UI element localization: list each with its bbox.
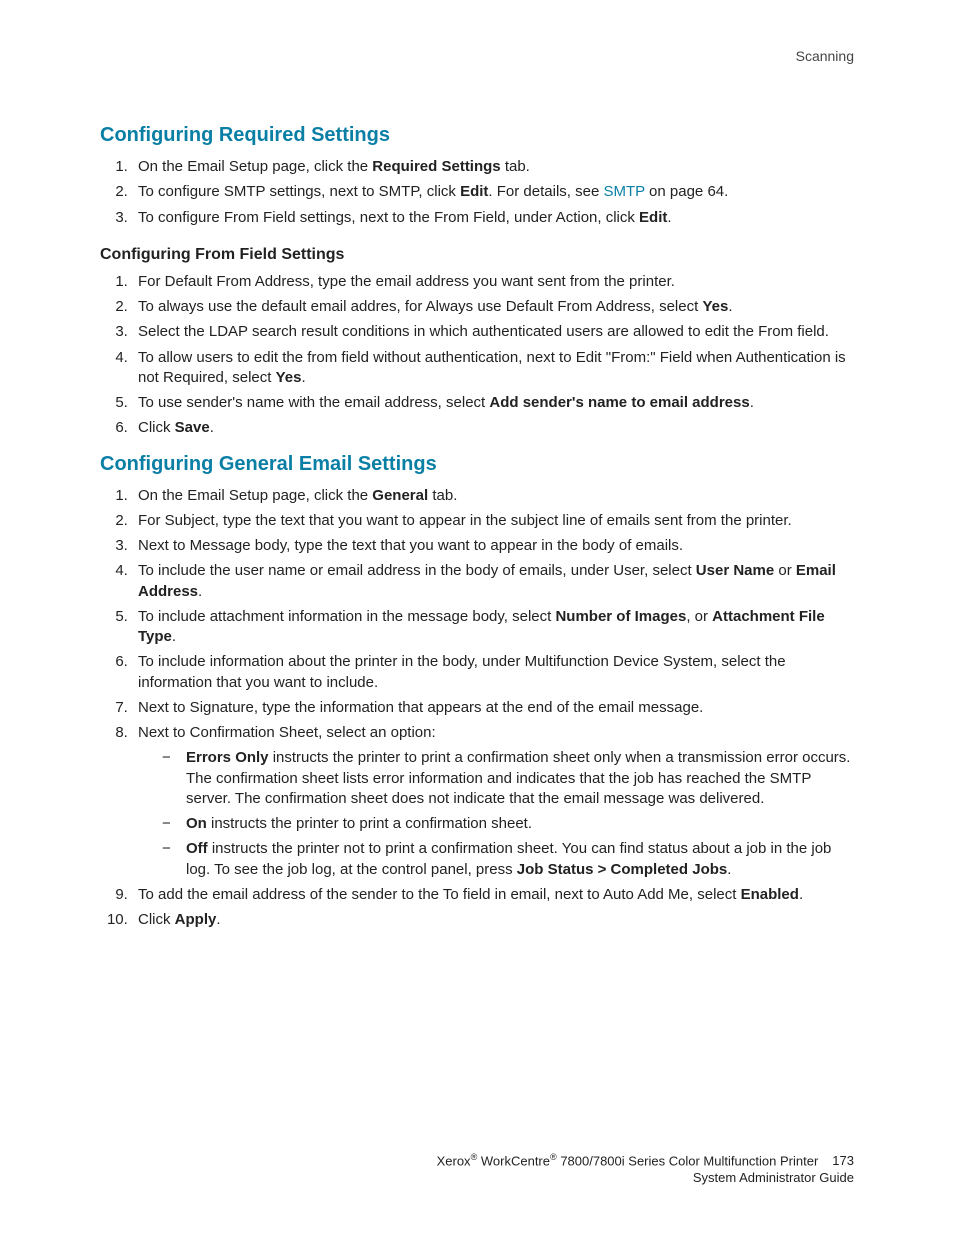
step-item: Click Save.	[132, 418, 854, 438]
option-item: Off instructs the printer not to print a…	[162, 839, 854, 880]
text: on page 64.	[645, 183, 728, 200]
text: or	[774, 562, 796, 579]
bold-text: Job Status > Completed Jobs	[517, 861, 727, 878]
footer-line-1: Xerox® WorkCentre® 7800/7800i Series Col…	[437, 1151, 854, 1170]
bold-text: Required Settings	[372, 158, 500, 175]
bold-text: Yes	[702, 298, 728, 315]
text: .	[799, 886, 803, 903]
text: , or	[686, 608, 712, 625]
step-item: On the Email Setup page, click the Requi…	[132, 157, 854, 177]
text: .	[198, 583, 202, 600]
step-item: For Default From Address, type the email…	[132, 272, 854, 292]
text: For Default From Address, type the email…	[138, 273, 675, 290]
text: Next to Message body, type the text that…	[138, 537, 683, 554]
bold-text: User Name	[696, 562, 774, 579]
text: instructs the printer to print a confirm…	[186, 749, 850, 807]
bold-text: Enabled	[741, 886, 799, 903]
text: .	[216, 911, 220, 928]
text: On the Email Setup page, click the	[138, 487, 372, 504]
required-settings-steps: On the Email Setup page, click the Requi…	[100, 157, 854, 228]
step-item: Next to Confirmation Sheet, select an op…	[132, 723, 854, 880]
bold-text: On	[186, 815, 207, 832]
text: tab.	[501, 158, 530, 175]
option-item: Errors Only instructs the printer to pri…	[162, 748, 854, 809]
text: .	[727, 861, 731, 878]
bold-text: Add sender's name to email address	[489, 394, 749, 411]
confirmation-sheet-options: Errors Only instructs the printer to pri…	[138, 748, 854, 880]
bold-text: General	[372, 487, 428, 504]
step-item: Select the LDAP search result conditions…	[132, 322, 854, 342]
step-item: For Subject, type the text that you want…	[132, 511, 854, 531]
text: Click	[138, 419, 175, 436]
step-item: To allow users to edit the from field wi…	[132, 348, 854, 389]
text: Select the LDAP search result conditions…	[138, 323, 829, 340]
text: To include the user name or email addres…	[138, 562, 696, 579]
bold-text: Number of Images	[555, 608, 686, 625]
step-item: To include information about the printer…	[132, 652, 854, 693]
heading-configuring-from-field-settings: Configuring From Field Settings	[100, 246, 854, 264]
general-email-steps: On the Email Setup page, click the Gener…	[100, 486, 854, 931]
text: Next to Signature, type the information …	[138, 699, 703, 716]
registered-icon: ®	[550, 1152, 557, 1162]
text: WorkCentre	[477, 1153, 550, 1168]
heading-configuring-required-settings: Configuring Required Settings	[100, 124, 854, 147]
text: For Subject, type the text that you want…	[138, 512, 792, 529]
text: On the Email Setup page, click the	[138, 158, 372, 175]
text: .	[172, 628, 176, 645]
step-item: Next to Message body, type the text that…	[132, 536, 854, 556]
bold-text: Off	[186, 840, 208, 857]
bold-text: Apply	[175, 911, 217, 928]
from-field-steps: For Default From Address, type the email…	[100, 272, 854, 439]
text: Xerox	[437, 1153, 471, 1168]
text: .	[728, 298, 732, 315]
text: To always use the default email addres, …	[138, 298, 702, 315]
text: . For details, see	[488, 183, 603, 200]
step-item: Click Apply.	[132, 910, 854, 930]
page-header-section: Scanning	[100, 48, 854, 64]
bold-text: Yes	[276, 369, 302, 386]
page-number: 173	[832, 1152, 854, 1170]
text: .	[750, 394, 754, 411]
step-item: Next to Signature, type the information …	[132, 698, 854, 718]
bold-text: Save	[175, 419, 210, 436]
bold-text: Edit	[639, 209, 667, 226]
text: .	[301, 369, 305, 386]
text: .	[667, 209, 671, 226]
text: tab.	[428, 487, 457, 504]
text: To configure From Field settings, next t…	[138, 209, 639, 226]
step-item: To configure SMTP settings, next to SMTP…	[132, 182, 854, 202]
text: Next to Confirmation Sheet, select an op…	[138, 724, 436, 741]
step-item: To always use the default email addres, …	[132, 297, 854, 317]
text: To add the email address of the sender t…	[138, 886, 741, 903]
text: instructs the printer not to print a con…	[186, 840, 831, 877]
smtp-link[interactable]: SMTP	[603, 183, 644, 200]
step-item: To add the email address of the sender t…	[132, 885, 854, 905]
text: Click	[138, 911, 175, 928]
text: 7800/7800i Series Color Multifunction Pr…	[557, 1153, 819, 1168]
step-item: To use sender's name with the email addr…	[132, 393, 854, 413]
document-page: Scanning Configuring Required Settings O…	[0, 0, 954, 1235]
text: .	[210, 419, 214, 436]
step-item: To include attachment information in the…	[132, 607, 854, 648]
step-item: To configure From Field settings, next t…	[132, 208, 854, 228]
text: To use sender's name with the email addr…	[138, 394, 489, 411]
text: To include attachment information in the…	[138, 608, 555, 625]
text: To allow users to edit the from field wi…	[138, 349, 846, 386]
footer-line-2: System Administrator Guide	[437, 1169, 854, 1187]
page-footer: Xerox® WorkCentre® 7800/7800i Series Col…	[437, 1151, 854, 1187]
bold-text: Errors Only	[186, 749, 269, 766]
text: To configure SMTP settings, next to SMTP…	[138, 183, 460, 200]
text: To include information about the printer…	[138, 653, 786, 690]
heading-configuring-general-email-settings: Configuring General Email Settings	[100, 453, 854, 476]
step-item: To include the user name or email addres…	[132, 561, 854, 602]
option-item: On instructs the printer to print a conf…	[162, 814, 854, 834]
bold-text: Edit	[460, 183, 488, 200]
step-item: On the Email Setup page, click the Gener…	[132, 486, 854, 506]
text: instructs the printer to print a confirm…	[207, 815, 532, 832]
